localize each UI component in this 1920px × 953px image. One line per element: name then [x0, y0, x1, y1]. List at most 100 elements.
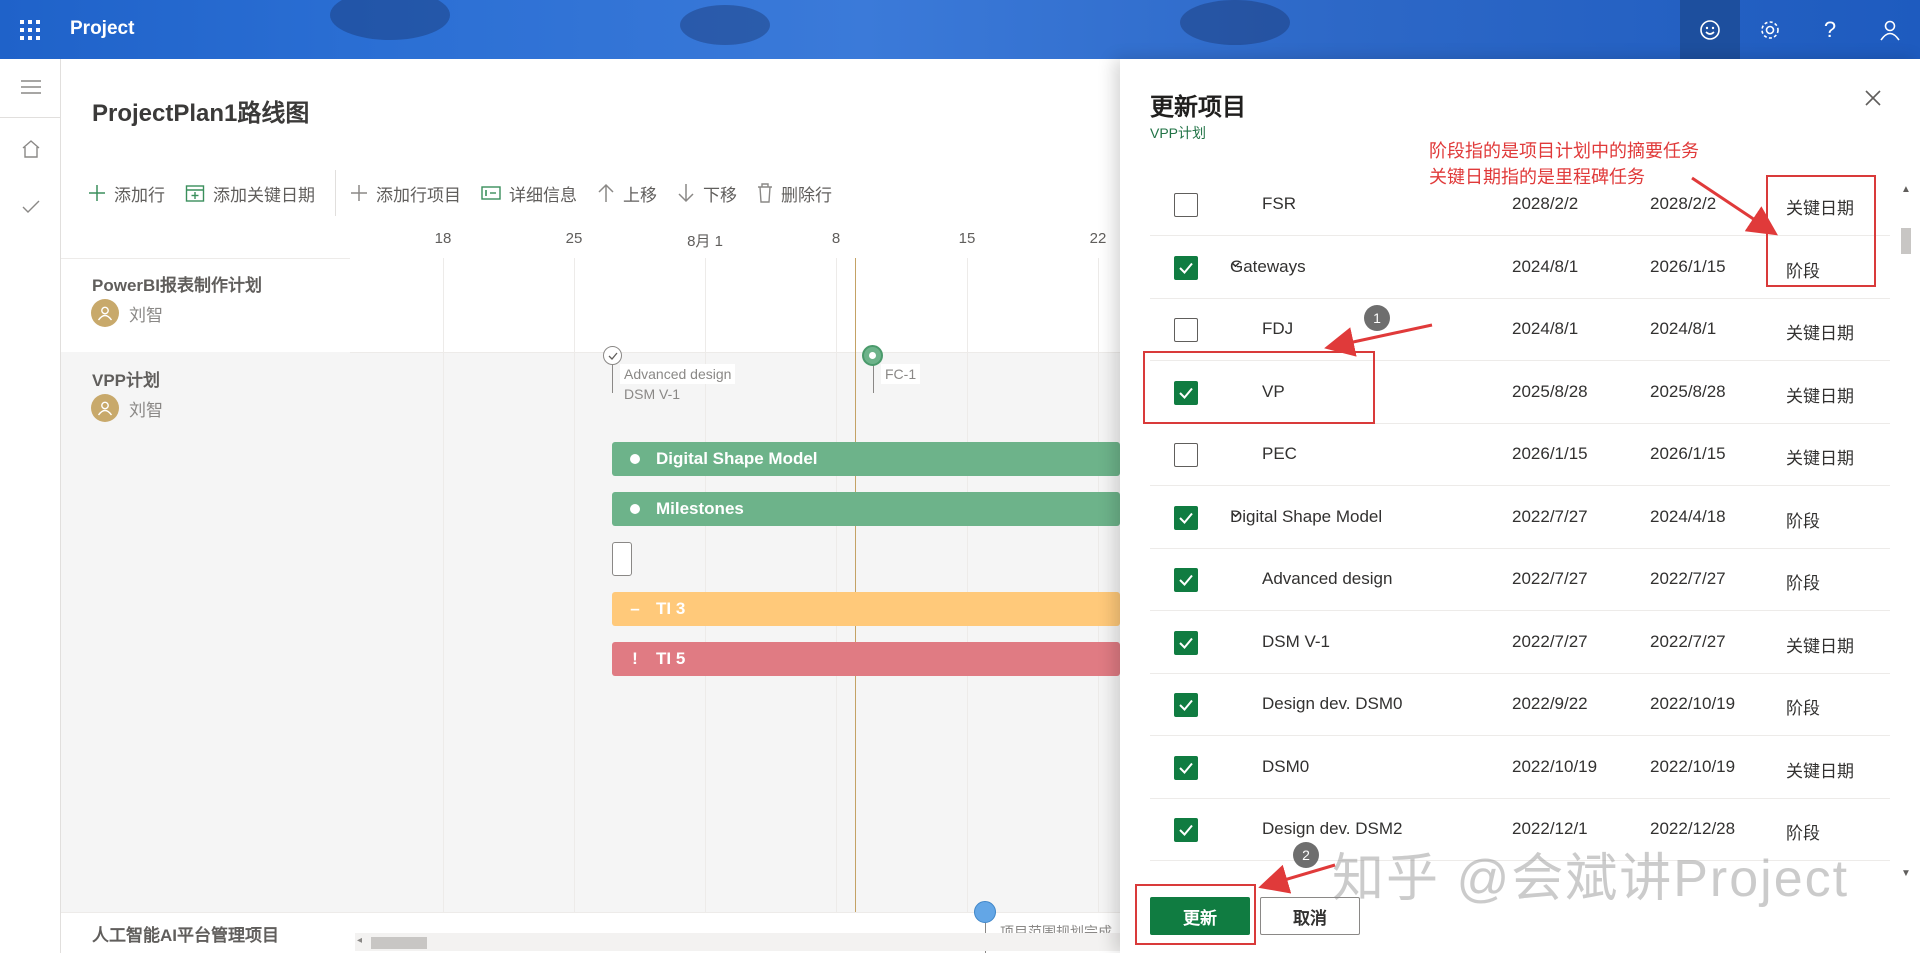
task-start: 2022/9/22 [1512, 694, 1588, 713]
details-icon [481, 186, 501, 200]
task-checkbox[interactable] [1174, 568, 1198, 592]
bar-label: Digital Shape Model [656, 449, 818, 468]
milestone-label[interactable]: Advanced design [620, 364, 736, 384]
vertical-scrollbar[interactable]: ▲ ▼ [1898, 184, 1914, 884]
task-checkbox[interactable] [1174, 818, 1198, 842]
add-row-button[interactable]: 添加行 [88, 181, 165, 206]
task-name: DSM0 [1262, 756, 1310, 776]
annotation-line: 关键日期指的是里程碑任务 [1429, 167, 1645, 187]
arrow-down-icon [677, 183, 695, 203]
row-title[interactable]: PowerBI报表制作计划 [92, 271, 262, 296]
plus-icon [350, 184, 368, 202]
checkmark-icon[interactable] [0, 187, 61, 227]
roadmap-bar[interactable]: – TI 3 [612, 592, 1120, 626]
timeline-tick: 18 [434, 230, 452, 247]
feedback-icon[interactable] [1680, 0, 1740, 59]
grid-line [574, 258, 575, 913]
bar-label: TI 3 [656, 599, 686, 618]
roadmap-bar[interactable]: Digital Shape Model [612, 442, 1120, 476]
task-checkbox[interactable] [1174, 255, 1198, 280]
status-alert-icon: ! [632, 649, 638, 668]
annotation-line: 阶段指的是项目计划中的摘要任务 [1429, 141, 1699, 161]
details-label: 详细信息 [509, 185, 577, 205]
delete-row-button[interactable]: 删除行 [757, 181, 832, 206]
app-name[interactable]: Project [70, 18, 134, 40]
highlight-box [1135, 884, 1256, 945]
add-key-date-button[interactable]: 添加关键日期 [185, 181, 315, 206]
details-button[interactable]: 详细信息 [481, 181, 577, 206]
task-start: 2028/2/2 [1512, 194, 1579, 213]
task-checkbox[interactable] [1174, 755, 1198, 780]
task-checkbox[interactable] [1174, 630, 1198, 655]
milestone-marker-icon[interactable] [862, 345, 883, 366]
task-checkbox[interactable] [1174, 693, 1198, 717]
task-row[interactable]: DSM0 2022/10/19 2022/10/19 关键日期 [1150, 737, 1890, 799]
task-finish: 2022/7/27 [1650, 569, 1726, 588]
help-glyph: ? [1823, 16, 1837, 42]
task-type: 阶段 [1786, 511, 1820, 531]
horizontal-scrollbar[interactable]: ◂ [355, 933, 1120, 951]
task-start: 2022/7/27 [1512, 631, 1588, 651]
task-name: Digital Shape Model [1230, 506, 1383, 526]
command-separator [335, 170, 336, 216]
roadmap-bar[interactable]: ! TI 5 [612, 642, 1120, 676]
app-launcher-icon[interactable] [14, 14, 46, 46]
task-name: Advanced design [1262, 569, 1393, 588]
gear-icon[interactable] [1740, 0, 1800, 59]
move-up-button[interactable]: 上移 [597, 181, 657, 206]
timeline-tick: 15 [958, 230, 976, 247]
roadmap-bar[interactable]: Milestones [612, 492, 1120, 526]
close-icon[interactable] [1864, 89, 1888, 113]
milestone-label[interactable]: DSM V-1 [620, 384, 684, 404]
highlight-box [1766, 175, 1876, 287]
task-finish: 2024/8/1 [1650, 319, 1717, 338]
task-type: 阶段 [1786, 574, 1820, 593]
menu-icon[interactable] [0, 67, 61, 107]
roadmap-grid: Advanced design DSM V-1 FC-1 Digital Sha… [350, 258, 1120, 953]
scrollbar-thumb[interactable] [371, 937, 427, 949]
milestone-label[interactable]: FC-1 [881, 364, 921, 384]
task-row[interactable]: DSM V-1 2022/7/27 2022/7/27 关键日期 [1150, 612, 1890, 674]
row-title[interactable]: 人工智能AI平台管理项目 [92, 921, 279, 946]
task-row[interactable]: ⌄ Digital Shape Model 2022/7/27 2024/4/18 阶段 [1150, 487, 1890, 549]
status-dot-icon [630, 454, 640, 464]
task-row[interactable]: Design dev. DSM0 2022/9/22 2022/10/19 阶段 [1150, 674, 1890, 736]
background-decoration [1180, 0, 1290, 45]
milestone-marker-icon[interactable] [974, 901, 996, 923]
task-finish: 2022/10/19 [1650, 694, 1736, 713]
roadmap-bar-empty[interactable] [612, 542, 632, 576]
person-icon[interactable] [1860, 0, 1920, 59]
task-type: 关键日期 [1786, 386, 1854, 406]
move-down-button[interactable]: 下移 [677, 181, 737, 206]
task-checkbox[interactable] [1174, 505, 1198, 530]
status-dot-icon [630, 504, 640, 514]
home-icon[interactable] [0, 129, 61, 169]
task-finish: 2026/1/15 [1650, 444, 1726, 463]
task-finish: 2022/10/19 [1650, 756, 1736, 776]
bar-label: Milestones [656, 499, 744, 518]
rail-divider [0, 117, 61, 118]
scrollbar-thumb[interactable] [1901, 228, 1911, 254]
page-title: ProjectPlan1路线图 [92, 100, 310, 127]
top-bar: Project ? [0, 0, 1920, 59]
row-title[interactable]: VPP计划 [92, 366, 160, 391]
milestone-complete-icon[interactable] [603, 346, 622, 365]
scroll-down-icon[interactable]: ▼ [1901, 868, 1911, 879]
checkmark-icon [1179, 512, 1193, 524]
arrow-up-icon [597, 183, 615, 203]
add-row-item-button[interactable]: 添加行项目 [350, 181, 461, 206]
bar-label: TI 5 [656, 649, 686, 668]
task-checkbox[interactable] [1174, 443, 1198, 467]
help-icon[interactable]: ? [1800, 0, 1860, 59]
task-row[interactable]: Advanced design 2022/7/27 2022/7/27 阶段 [1150, 549, 1890, 611]
task-row[interactable]: PEC 2026/1/15 2026/1/15 关键日期 [1150, 424, 1890, 486]
task-checkbox[interactable] [1174, 318, 1198, 342]
task-start: 2022/10/19 [1512, 756, 1598, 776]
scroll-left-icon[interactable]: ◂ [357, 935, 362, 946]
grid-line [967, 258, 968, 913]
owner-name: 刘智 [129, 400, 163, 420]
task-finish: 2028/2/2 [1650, 194, 1717, 213]
task-checkbox[interactable] [1174, 193, 1198, 217]
checkmark-icon [1179, 262, 1193, 274]
scroll-up-icon[interactable]: ▲ [1901, 184, 1911, 195]
